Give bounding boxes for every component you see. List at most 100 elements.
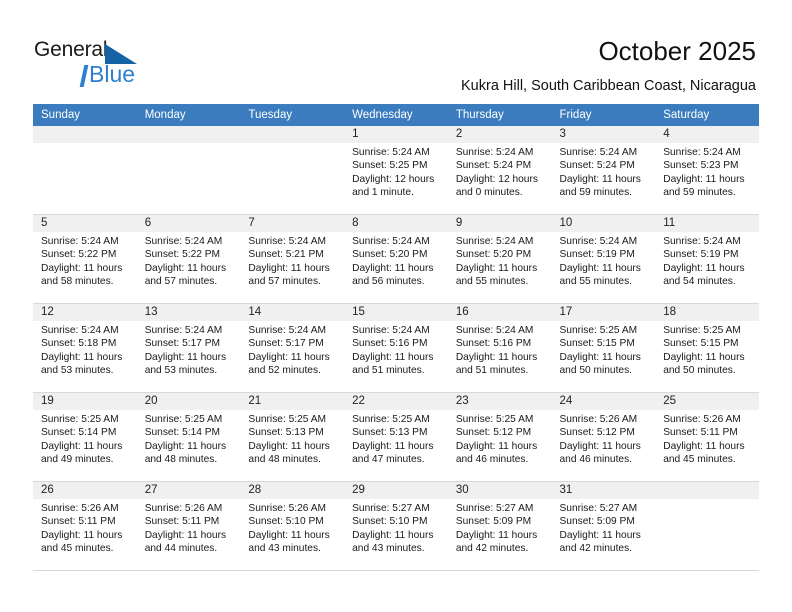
calendar-day-cell[interactable]: 4 Sunrise: 5:24 AM Sunset: 5:23 PM Daylight… <box>655 126 759 215</box>
calendar-day-cell[interactable]: 27 Sunrise: 5:26 AM Sunset: 5:11 PM Dayligh… <box>136 482 241 571</box>
calendar-day-cell[interactable]: 25 Sunrise: 5:26 AM Sunset: 5:11 PM Dayligh… <box>655 393 759 482</box>
day-number-band: 17 <box>551 304 656 321</box>
calendar-day-cell[interactable]: 26 Sunrise: 5:26 AM Sunset: 5:11 PM Dayligh… <box>33 482 137 571</box>
calendar-cell: 12 Sunrise: 5:24 AM Sunset: 5:18 PM Dayligh… <box>33 304 137 393</box>
daylight-line-1: Daylight: 11 hours <box>248 440 330 452</box>
generalblue-logo: General Blue <box>34 38 164 88</box>
daylight-line-1: Daylight: 11 hours <box>663 173 745 185</box>
calendar-day-cell[interactable]: 19 Sunrise: 5:25 AM Sunset: 5:14 PM Dayligh… <box>33 393 137 482</box>
calendar-day-cell[interactable]: 29 Sunrise: 5:27 AM Sunset: 5:10 PM Dayligh… <box>344 482 448 571</box>
sunrise-line: Sunrise: 5:27 AM <box>455 503 534 514</box>
calendar-day-cell[interactable]: 16 Sunrise: 5:24 AM Sunset: 5:16 PM Dayligh… <box>447 304 552 393</box>
daylight-line-2: and 49 minutes. <box>41 454 114 466</box>
calendar-day-cell[interactable]: 5 Sunrise: 5:24 AM Sunset: 5:22 PM Daylight… <box>33 215 137 304</box>
day-number-band: 15 <box>344 304 448 321</box>
sunrise-line: Sunrise: 5:24 AM <box>352 236 430 247</box>
daylight-line-2: and 57 minutes. <box>248 276 321 288</box>
daylight-line-1: Daylight: 11 hours <box>663 262 745 274</box>
calendar-day-cell[interactable]: 30 Sunrise: 5:27 AM Sunset: 5:09 PM Dayligh… <box>447 482 552 571</box>
sunrise-line: Sunrise: 5:27 AM <box>352 503 430 514</box>
day-number-band: 22 <box>344 393 448 410</box>
calendar-cell: 29 Sunrise: 5:27 AM Sunset: 5:10 PM Dayligh… <box>344 482 448 571</box>
calendar-day-cell[interactable]: 15 Sunrise: 5:24 AM Sunset: 5:16 PM Dayligh… <box>344 304 448 393</box>
daylight-line-2: and 46 minutes. <box>559 454 633 466</box>
calendar-day-cell[interactable]: 13 Sunrise: 5:24 AM Sunset: 5:17 PM Dayligh… <box>136 304 241 393</box>
day-number: 5 <box>41 217 48 229</box>
sunset-line: Sunset: 5:09 PM <box>455 516 532 528</box>
daylight-line-1: Daylight: 11 hours <box>352 529 434 541</box>
day-details: Sunrise: 5:24 AM Sunset: 5:22 PM Daylight:… <box>137 232 241 289</box>
calendar-day-cell[interactable]: 28 Sunrise: 5:26 AM Sunset: 5:10 PM Dayligh… <box>240 482 345 571</box>
calendar-day-cell[interactable]: 24 Sunrise: 5:26 AM Sunset: 5:12 PM Dayligh… <box>551 393 656 482</box>
calendar-day-cell[interactable]: 11 Sunrise: 5:24 AM Sunset: 5:19 PM Dayligh… <box>655 215 759 304</box>
day-number: 10 <box>559 217 573 229</box>
calendar-cell: 6 Sunrise: 5:24 AM Sunset: 5:22 PM Daylight… <box>136 215 241 304</box>
day-details: Sunrise: 5:27 AM Sunset: 5:09 PM Daylight:… <box>552 499 656 556</box>
day-details: Sunrise: 5:26 AM Sunset: 5:11 PM Daylight:… <box>655 410 759 467</box>
sunset-line: Sunset: 5:18 PM <box>41 338 117 350</box>
day-number-band: 30 <box>447 482 552 499</box>
calendar-cell: 20 Sunrise: 5:25 AM Sunset: 5:14 PM Dayligh… <box>136 393 241 482</box>
calendar-body: 1 Sunrise: 5:24 AM Sunset: 5:25 PM Daylight… <box>33 126 759 571</box>
calendar-day-cell-empty <box>136 126 241 215</box>
calendar-cell: 26 Sunrise: 5:26 AM Sunset: 5:11 PM Dayligh… <box>33 482 137 571</box>
daylight-line-1: Daylight: 11 hours <box>559 173 641 185</box>
calendar-day-cell[interactable]: 23 Sunrise: 5:25 AM Sunset: 5:12 PM Dayligh… <box>447 393 552 482</box>
calendar-day-cell[interactable]: 9 Sunrise: 5:24 AM Sunset: 5:20 PM Daylight… <box>447 215 552 304</box>
calendar-day-cell[interactable]: 18 Sunrise: 5:25 AM Sunset: 5:15 PM Dayligh… <box>655 304 759 393</box>
calendar-cell: 18 Sunrise: 5:25 AM Sunset: 5:15 PM Dayligh… <box>655 304 759 393</box>
calendar-day-cell[interactable]: 2 Sunrise: 5:24 AM Sunset: 5:24 PM Daylight… <box>447 126 552 215</box>
sunrise-line: Sunrise: 5:25 AM <box>455 414 534 425</box>
day-details: Sunrise: 5:27 AM Sunset: 5:10 PM Daylight:… <box>344 499 448 556</box>
calendar-day-cell[interactable]: 6 Sunrise: 5:24 AM Sunset: 5:22 PM Daylight… <box>136 215 241 304</box>
calendar-day-cell[interactable]: 1 Sunrise: 5:24 AM Sunset: 5:25 PM Daylight… <box>344 126 448 215</box>
day-details: Sunrise: 5:24 AM Sunset: 5:19 PM Daylight:… <box>655 232 759 289</box>
day-number-band: 8 <box>344 215 448 232</box>
daylight-line-2: and 51 minutes. <box>352 365 425 377</box>
day-number: 12 <box>41 306 54 318</box>
sunrise-line: Sunrise: 5:24 AM <box>352 325 430 336</box>
calendar-header-row: Sunday Monday Tuesday Wednesday Thursday Frid… <box>33 104 759 126</box>
day-number-band: 6 <box>136 215 241 232</box>
daylight-line-2: and 42 minutes. <box>455 543 529 555</box>
calendar-day-cell[interactable]: 3 Sunrise: 5:24 AM Sunset: 5:24 PM Daylight… <box>551 126 656 215</box>
day-number-band: 18 <box>655 304 759 321</box>
calendar-day-cell-empty <box>240 126 345 215</box>
day-number: 28 <box>248 484 262 496</box>
daylight-line-1: Daylight: 11 hours <box>352 351 434 363</box>
calendar-day-cell[interactable]: 17 Sunrise: 5:25 AM Sunset: 5:15 PM Dayligh… <box>551 304 656 393</box>
sunset-line: Sunset: 5:12 PM <box>559 427 635 439</box>
calendar-week-row: 1 Sunrise: 5:24 AM Sunset: 5:25 PM Daylight… <box>33 126 759 215</box>
daylight-line-1: Daylight: 11 hours <box>559 529 641 541</box>
calendar-day-cell[interactable]: 14 Sunrise: 5:24 AM Sunset: 5:17 PM Dayligh… <box>240 304 345 393</box>
calendar-day-cell[interactable]: 10 Sunrise: 5:24 AM Sunset: 5:19 PM Dayligh… <box>551 215 656 304</box>
calendar-day-cell[interactable]: 21 Sunrise: 5:25 AM Sunset: 5:13 PM Dayligh… <box>240 393 345 482</box>
calendar-cell: 9 Sunrise: 5:24 AM Sunset: 5:20 PM Daylight… <box>447 215 552 304</box>
daylight-line-1: Daylight: 11 hours <box>144 440 227 452</box>
day-details: Sunrise: 5:24 AM Sunset: 5:20 PM Daylight:… <box>448 232 552 289</box>
calendar-day-cell[interactable]: 22 Sunrise: 5:25 AM Sunset: 5:13 PM Dayligh… <box>344 393 448 482</box>
daylight-line-1: Daylight: 11 hours <box>559 440 641 452</box>
daylight-line-1: Daylight: 11 hours <box>41 351 123 363</box>
sunset-line: Sunset: 5:14 PM <box>144 427 221 439</box>
daylight-line-1: Daylight: 11 hours <box>455 529 538 541</box>
calendar-day-cell[interactable]: 12 Sunrise: 5:24 AM Sunset: 5:18 PM Dayligh… <box>33 304 137 393</box>
calendar-day-cell[interactable]: 20 Sunrise: 5:25 AM Sunset: 5:14 PM Dayligh… <box>136 393 241 482</box>
day-number-band: 5 <box>33 215 137 232</box>
calendar-day-cell[interactable]: 8 Sunrise: 5:24 AM Sunset: 5:20 PM Daylight… <box>344 215 448 304</box>
calendar-cell: 11 Sunrise: 5:24 AM Sunset: 5:19 PM Dayligh… <box>655 215 759 304</box>
day-number-band: 7 <box>240 215 345 232</box>
sunrise-line: Sunrise: 5:24 AM <box>455 147 534 158</box>
daylight-line-2: and 59 minutes. <box>559 187 633 199</box>
calendar-day-cell[interactable]: 7 Sunrise: 5:24 AM Sunset: 5:21 PM Daylight… <box>240 215 345 304</box>
day-number: 14 <box>248 306 262 318</box>
sunrise-line: Sunrise: 5:26 AM <box>248 503 326 514</box>
daylight-line-2: and 57 minutes. <box>144 276 218 288</box>
calendar-day-cell[interactable]: 31 Sunrise: 5:27 AM Sunset: 5:09 PM Dayligh… <box>551 482 656 571</box>
calendar-cell: 19 Sunrise: 5:25 AM Sunset: 5:14 PM Dayligh… <box>33 393 137 482</box>
day-number: 30 <box>455 484 469 496</box>
day-details: Sunrise: 5:25 AM Sunset: 5:13 PM Daylight:… <box>344 410 448 467</box>
daylight-line-1: Daylight: 11 hours <box>144 351 227 363</box>
day-number-band: 29 <box>344 482 448 499</box>
day-number: 8 <box>352 217 359 229</box>
